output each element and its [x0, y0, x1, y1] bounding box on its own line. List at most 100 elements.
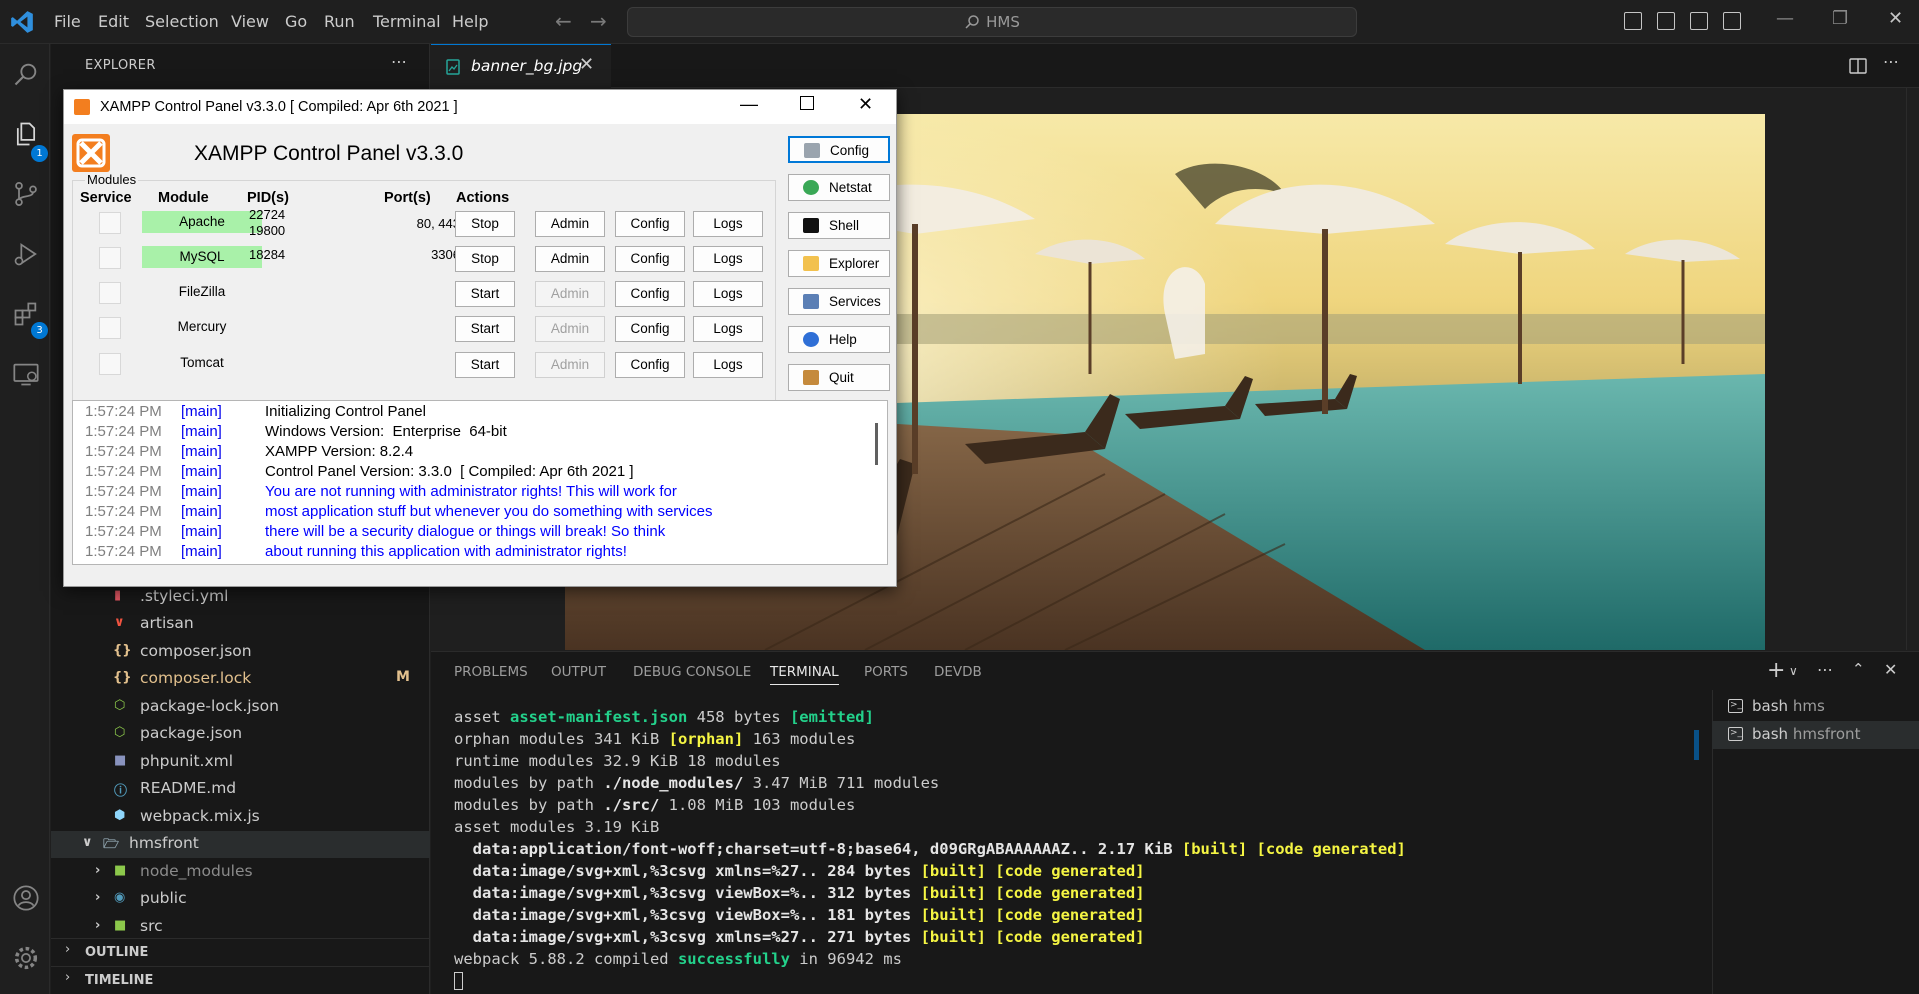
file-item[interactable]: {} composer.json	[51, 639, 430, 666]
outline-section[interactable]: › OUTLINE	[51, 938, 430, 965]
start-button[interactable]: Start	[455, 281, 515, 307]
tab-terminal[interactable]: TERMINAL	[770, 664, 839, 685]
source-control-icon[interactable]	[12, 180, 40, 208]
stop-button[interactable]: Stop	[455, 246, 515, 272]
help-button[interactable]: Help	[788, 326, 890, 353]
start-button[interactable]: Start	[455, 352, 515, 378]
run-debug-icon[interactable]	[12, 240, 40, 268]
tab-debug-console[interactable]: DEBUG CONSOLE	[633, 664, 751, 680]
logs-button[interactable]: Logs	[693, 211, 763, 237]
folder-item[interactable]: › ■ src	[51, 914, 430, 941]
editor-scrollbar[interactable]	[1906, 88, 1919, 650]
service-checkbox[interactable]	[99, 282, 121, 304]
terminal-item-hms[interactable]: >_ bash hms	[1712, 693, 1919, 721]
file-item[interactable]: {} composer.lock M	[51, 666, 430, 693]
stop-button[interactable]: Stop	[455, 211, 515, 237]
admin-button[interactable]: Admin	[535, 211, 605, 237]
more-actions-icon[interactable]: ⋯	[391, 52, 407, 71]
terminal-cursor[interactable]	[454, 972, 463, 990]
menu-run[interactable]: Run	[324, 12, 355, 31]
explorer-files-icon[interactable]	[12, 120, 40, 148]
logs-button[interactable]: Logs	[693, 281, 763, 307]
xampp-config-button[interactable]: Config	[788, 136, 890, 163]
logs-button[interactable]: Logs	[693, 246, 763, 272]
close-icon[interactable]: ✕	[1888, 8, 1903, 29]
split-editor-icon[interactable]	[1849, 57, 1867, 75]
admin-button[interactable]: Admin	[535, 246, 605, 272]
service-checkbox[interactable]	[99, 212, 121, 234]
customize-layout-icon[interactable]	[1723, 12, 1741, 30]
file-item[interactable]: ■ phpunit.xml	[51, 749, 430, 776]
xampp-title-bar[interactable]: XAMPP Control Panel v3.3.0 [ Compiled: A…	[64, 90, 896, 124]
settings-gear-icon[interactable]	[12, 944, 40, 972]
explorer-badge: 1	[31, 145, 48, 162]
explorer-button[interactable]: Explorer	[788, 250, 890, 277]
file-item[interactable]: ∨ artisan	[51, 611, 430, 638]
back-arrow-icon[interactable]: ←	[555, 9, 572, 33]
file-item[interactable]: ⬢ webpack.mix.js	[51, 804, 430, 831]
service-checkbox[interactable]	[99, 317, 121, 339]
menu-edit[interactable]: Edit	[98, 12, 129, 31]
maximize-panel-icon[interactable]: ⌃	[1852, 660, 1865, 678]
forward-arrow-icon[interactable]: →	[590, 9, 607, 33]
folder-item-hmsfront[interactable]: ∨ 🗁 hmsfront	[51, 831, 430, 858]
toggle-secondary-sidebar-icon[interactable]	[1690, 12, 1708, 30]
log-scrollbar-thumb[interactable]	[875, 423, 878, 465]
tab-output[interactable]: OUTPUT	[551, 664, 606, 680]
config-button[interactable]: Config	[615, 316, 685, 342]
shell-button[interactable]: Shell	[788, 212, 890, 239]
config-button[interactable]: Config	[615, 352, 685, 378]
xampp-maximize-icon[interactable]	[800, 96, 814, 110]
toggle-panel-icon[interactable]	[1657, 12, 1675, 30]
toggle-sidebar-icon[interactable]	[1624, 12, 1642, 30]
close-panel-icon[interactable]: ✕	[1884, 660, 1897, 679]
quit-button[interactable]: Quit	[788, 364, 890, 391]
folder-item[interactable]: › ■ node_modules	[51, 859, 430, 886]
xampp-minimize-icon[interactable]: —	[740, 94, 758, 115]
service-checkbox[interactable]	[99, 247, 121, 269]
xampp-log-area[interactable]: 1:57:24 PM [main] Initializing Control Pan…	[72, 400, 888, 565]
menu-help[interactable]: Help	[452, 12, 488, 31]
search-icon	[965, 15, 979, 29]
file-item[interactable]: ⓘ README.md	[51, 776, 430, 803]
search-icon[interactable]	[12, 60, 40, 88]
command-center-search[interactable]: HMS	[627, 7, 1357, 37]
folder-item[interactable]: › ◉ public	[51, 886, 430, 913]
menu-file[interactable]: File	[54, 12, 81, 31]
start-button[interactable]: Start	[455, 316, 515, 342]
terminal-line: data:application/font-woff;charset=utf-8…	[454, 840, 1406, 858]
config-button[interactable]: Config	[615, 246, 685, 272]
menu-go[interactable]: Go	[285, 12, 307, 31]
services-button[interactable]: Services	[788, 288, 890, 315]
netstat-button[interactable]: Netstat	[788, 174, 890, 201]
editor-more-icon[interactable]: ⋯	[1883, 52, 1899, 71]
accounts-icon[interactable]	[12, 884, 40, 912]
tab-ports[interactable]: PORTS	[864, 664, 908, 680]
logs-button[interactable]: Logs	[693, 316, 763, 342]
config-button[interactable]: Config	[615, 281, 685, 307]
new-terminal-icon[interactable]: +	[1767, 658, 1785, 683]
menu-view[interactable]: View	[231, 12, 269, 31]
file-item[interactable]: ▮ .styleci.yml	[51, 584, 430, 611]
panel-more-icon[interactable]: ⋯	[1817, 660, 1833, 679]
menu-selection[interactable]: Selection	[145, 12, 219, 31]
tab-devdb[interactable]: DEVDB	[934, 664, 982, 680]
restore-icon[interactable]: ❐	[1832, 8, 1848, 29]
xampp-close-icon[interactable]: ✕	[858, 94, 873, 115]
terminal-item-hmsfront[interactable]: >_ bash hmsfront	[1712, 721, 1919, 749]
minimize-icon[interactable]: —	[1776, 8, 1794, 29]
file-item[interactable]: ⬡ package-lock.json	[51, 694, 430, 721]
chevron-down-icon[interactable]: ∨	[1789, 664, 1798, 678]
file-item[interactable]: ⬡ package.json	[51, 721, 430, 748]
close-tab-icon[interactable]: ✕	[579, 54, 594, 75]
logs-button[interactable]: Logs	[693, 352, 763, 378]
config-button[interactable]: Config	[615, 211, 685, 237]
tab-problems[interactable]: PROBLEMS	[454, 664, 528, 680]
service-checkbox[interactable]	[99, 353, 121, 375]
nodejs-icon: ⬡	[114, 698, 126, 713]
tab-banner-bg[interactable]: banner_bg.jpg ✕	[431, 44, 611, 88]
remote-explorer-icon[interactable]	[12, 360, 40, 388]
menu-terminal[interactable]: Terminal	[373, 12, 441, 31]
json-braces-icon: {}	[113, 670, 132, 685]
timeline-section[interactable]: › TIMELINE	[51, 966, 430, 993]
